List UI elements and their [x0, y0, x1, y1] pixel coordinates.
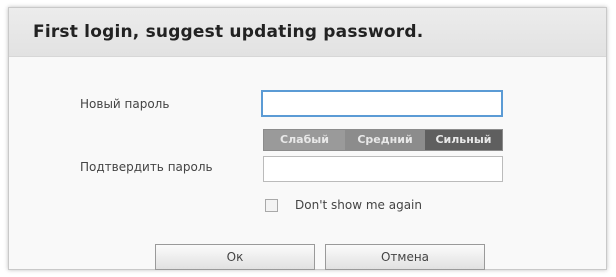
- new-password-input[interactable]: [261, 90, 503, 117]
- ok-button[interactable]: Ок: [155, 244, 315, 270]
- strength-strong: Сильный: [425, 130, 502, 150]
- confirm-password-label: Подтвердить пароль: [80, 160, 213, 174]
- strength-medium: Средний: [345, 130, 425, 150]
- dont-show-label: Don't show me again: [295, 198, 422, 212]
- dialog-body: Новый пароль Слабый Средний Сильный Подт…: [9, 57, 606, 270]
- password-dialog: First login, suggest updating password. …: [8, 7, 607, 270]
- password-strength-meter: Слабый Средний Сильный: [263, 129, 503, 151]
- new-password-label: Новый пароль: [80, 97, 170, 111]
- dont-show-checkbox[interactable]: [265, 199, 278, 212]
- dialog-title: First login, suggest updating password.: [33, 22, 424, 42]
- confirm-password-input[interactable]: [263, 156, 503, 182]
- cancel-button[interactable]: Отмена: [325, 244, 485, 270]
- strength-weak: Слабый: [264, 130, 345, 150]
- dialog-titlebar: First login, suggest updating password.: [9, 8, 606, 57]
